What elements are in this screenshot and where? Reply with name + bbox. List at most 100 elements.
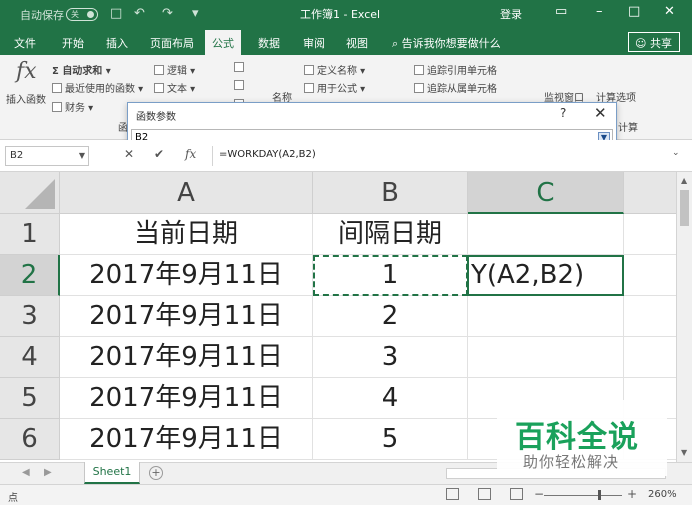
- enter-icon[interactable]: ✔: [154, 147, 164, 161]
- cell-a1[interactable]: 当前日期: [60, 214, 313, 255]
- formula-bar: B2 ▼ ✕ ✔ fx =WORKDAY(A2,B2) ⌄: [0, 140, 692, 172]
- use-in-formula-button[interactable]: 用于公式 ▾: [304, 80, 365, 95]
- cell-d3[interactable]: [624, 296, 676, 337]
- redo-icon[interactable]: ↷: [162, 6, 173, 21]
- cell-a6[interactable]: 2017年9月11日: [60, 419, 313, 460]
- row-header-5[interactable]: 5: [0, 378, 60, 419]
- row-header-6[interactable]: 6: [0, 419, 60, 460]
- finance-icon: [52, 102, 62, 112]
- prev-sheet-icon[interactable]: ◀: [22, 467, 30, 478]
- add-sheet-icon[interactable]: +: [149, 466, 163, 480]
- trace-dependents-button[interactable]: 追踪从属单元格: [414, 80, 497, 95]
- row-header-3[interactable]: 3: [0, 296, 60, 337]
- cell-b5[interactable]: 4: [313, 378, 468, 419]
- name-box[interactable]: B2 ▼: [5, 146, 89, 166]
- zoom-level[interactable]: 260%: [648, 489, 677, 500]
- autosave-toggle[interactable]: 关: [66, 8, 98, 21]
- help-icon[interactable]: ?: [560, 106, 566, 120]
- reference-marquee: [313, 255, 468, 296]
- text-icon: [154, 83, 164, 93]
- active-cell-border: [467, 255, 624, 296]
- cell-a4[interactable]: 2017年9月11日: [60, 337, 313, 378]
- scroll-down-icon[interactable]: ▼: [681, 448, 687, 457]
- financial-button[interactable]: 财务 ▾: [52, 99, 93, 114]
- column-header-a[interactable]: A: [60, 172, 313, 214]
- undo-icon[interactable]: ↶: [134, 6, 145, 21]
- tab-home[interactable]: 开始: [62, 35, 84, 51]
- logical-button[interactable]: 逻辑 ▾: [154, 62, 195, 77]
- define-name-icon: [304, 65, 314, 75]
- sheet-tab-sheet1[interactable]: Sheet1: [84, 462, 140, 484]
- login-link[interactable]: 登录: [500, 6, 522, 22]
- window-title: 工作簿1 - Excel: [300, 8, 381, 21]
- watermark-logo: 百科全说 助你轻松解决: [497, 400, 667, 476]
- cell-b1[interactable]: 间隔日期: [313, 214, 468, 255]
- lookup-icon[interactable]: [234, 62, 247, 74]
- math-icon[interactable]: [234, 80, 247, 92]
- cell-c3[interactable]: [468, 296, 624, 337]
- normal-view-icon[interactable]: [446, 488, 459, 500]
- watermark-subtitle: 助你轻松解决: [523, 453, 620, 471]
- cell-c1[interactable]: [468, 214, 624, 255]
- vertical-scroll-thumb[interactable]: [680, 190, 689, 226]
- cell-d1[interactable]: [624, 214, 676, 255]
- insert-function-fx-icon[interactable]: fx: [185, 147, 196, 161]
- autosum-button[interactable]: Σ 自动求和 ▾: [52, 62, 111, 77]
- tab-formulas[interactable]: 公式: [205, 30, 241, 55]
- cell-a5[interactable]: 2017年9月11日: [60, 378, 313, 419]
- formula-input[interactable]: =WORKDAY(A2,B2): [212, 146, 686, 166]
- text-functions-button[interactable]: 文本 ▾: [154, 80, 195, 95]
- cell-b4[interactable]: 3: [313, 337, 468, 378]
- row-header-4[interactable]: 4: [0, 337, 60, 378]
- trace-precedents-icon: [414, 65, 424, 75]
- column-header-d[interactable]: [624, 172, 676, 214]
- tab-page-layout[interactable]: 页面布局: [150, 35, 194, 51]
- insert-function-button[interactable]: 插入函数: [6, 91, 46, 106]
- cell-d4[interactable]: [624, 337, 676, 378]
- tab-review[interactable]: 审阅: [303, 35, 325, 51]
- minimize-icon[interactable]: –: [596, 4, 603, 19]
- recent-icon: [52, 83, 62, 93]
- cell-c4[interactable]: [468, 337, 624, 378]
- cell-b6[interactable]: 5: [313, 419, 468, 460]
- close-window-icon[interactable]: ✕: [664, 4, 675, 19]
- scroll-up-icon[interactable]: ▲: [681, 176, 687, 185]
- ribbon-display-icon[interactable]: ▭: [555, 4, 567, 19]
- tab-data[interactable]: 数据: [258, 35, 280, 51]
- cell-a2[interactable]: 2017年9月11日: [60, 255, 313, 296]
- close-icon[interactable]: ✕: [594, 104, 607, 122]
- column-header-c[interactable]: C: [468, 172, 624, 214]
- chevron-down-icon[interactable]: ▼: [79, 151, 85, 160]
- zoom-out-icon[interactable]: −: [534, 487, 544, 501]
- page-break-view-icon[interactable]: [510, 488, 523, 500]
- define-name-button[interactable]: 定义名称 ▾: [304, 62, 365, 77]
- row-header-2[interactable]: 2: [0, 255, 60, 296]
- expand-formula-bar-icon[interactable]: ⌄: [672, 148, 680, 158]
- tab-file[interactable]: 文件: [14, 35, 36, 51]
- zoom-in-icon[interactable]: +: [627, 487, 637, 501]
- zoom-slider[interactable]: [544, 495, 622, 496]
- zoom-slider-thumb[interactable]: [598, 490, 601, 500]
- next-sheet-icon[interactable]: ▶: [44, 467, 52, 478]
- cell-b3[interactable]: 2: [313, 296, 468, 337]
- tab-view[interactable]: 视图: [346, 35, 368, 51]
- tell-me-search[interactable]: ⌕ 告诉我你想要做什么: [392, 35, 501, 51]
- insert-function-icon[interactable]: fx: [16, 59, 37, 84]
- customize-qat-icon[interactable]: ▾: [192, 6, 199, 21]
- cancel-icon[interactable]: ✕: [124, 147, 134, 161]
- share-button[interactable]: ☺ 共享: [628, 32, 680, 52]
- cell-a3[interactable]: 2017年9月11日: [60, 296, 313, 337]
- status-mode: 点: [8, 493, 18, 504]
- column-header-b[interactable]: B: [313, 172, 468, 214]
- select-all-corner[interactable]: [0, 172, 60, 214]
- page-layout-view-icon[interactable]: [478, 488, 491, 500]
- trace-precedents-button[interactable]: 追踪引用单元格: [414, 62, 497, 77]
- cell-d2[interactable]: [624, 255, 676, 296]
- vertical-scrollbar[interactable]: ▲ ▼: [676, 172, 692, 462]
- recent-functions-button[interactable]: 最近使用的函数 ▾: [52, 80, 143, 95]
- maximize-icon[interactable]: □: [628, 4, 640, 19]
- row-header-1[interactable]: 1: [0, 214, 60, 255]
- save-icon[interactable]: □: [110, 6, 122, 21]
- tab-insert[interactable]: 插入: [106, 35, 128, 51]
- use-in-formula-icon: [304, 83, 314, 93]
